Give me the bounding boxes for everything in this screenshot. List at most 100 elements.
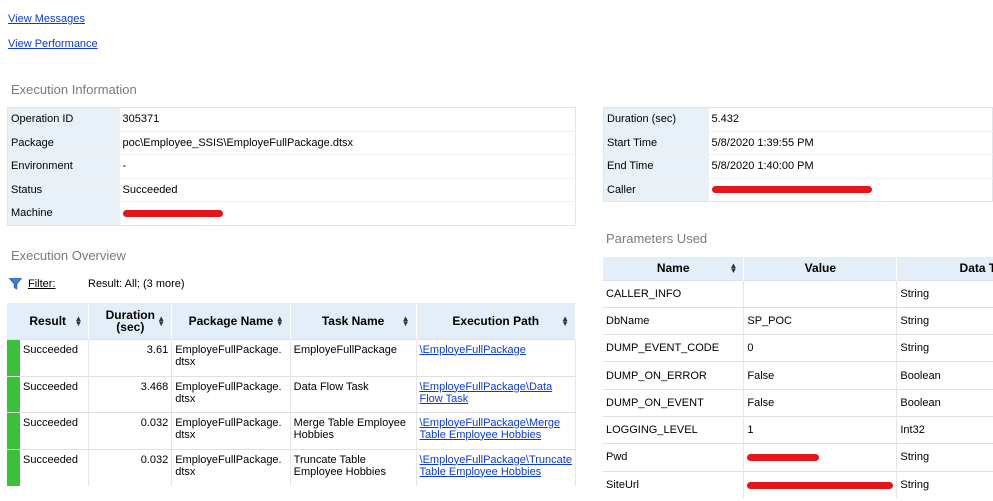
parameter-value-cell: 1 [743,415,898,444]
success-indicator [7,450,20,486]
view-messages-link[interactable]: View Messages [8,13,85,25]
execution-path-link[interactable]: \EmployeFullPackage\Data Flow Task [420,381,553,405]
parameter-name-cell: CALLER_INFO [603,279,745,308]
execution-path-link[interactable]: \EmployeFullPackage [420,344,526,356]
parameter-row[interactable]: LOGGING_LEVEL 1 Int32 [603,415,993,444]
exec-info-left-value: - [119,154,576,178]
column-header-label: Data Ty [959,261,993,276]
package-name-cell: EmployeFullPackage.dtsx [171,411,291,449]
result-text: Succeeded [23,380,79,393]
parameter-name-cell: DUMP_EVENT_CODE [603,334,745,362]
parameter-value-cell: False [743,388,898,417]
sort-updown-icon[interactable]: ▲ ▼ [276,314,284,327]
duration-cell: 3.468 [88,375,173,412]
success-indicator [7,413,20,449]
parameter-value-cell [743,279,898,308]
parameter-value-cell: False [743,361,898,390]
parameter-type-cell: String [896,443,993,472]
sort-updown-icon[interactable]: ▲ ▼ [402,314,410,327]
execution-info-left-table: Operation ID 305371 Package poc\Employee_SS… [7,107,576,226]
exec-info-right-label: End Time [603,154,709,178]
exec-info-right-row: Caller [603,177,993,202]
parameter-type-cell: String [896,334,993,362]
redacted-value [747,481,894,489]
sort-updown-icon[interactable]: ▲ ▼ [729,262,737,275]
task-name-cell: Data Flow Task [290,375,417,412]
package-name-cell: EmployeFullPackage.dtsx [171,375,291,412]
parameter-type-cell: Boolean [896,388,993,417]
duration-cell: 0.032 [88,448,173,486]
duration-cell: 0.032 [88,411,173,449]
execution-path-cell: \EmployeFullPackage\Data Flow Task [416,375,577,412]
column-header-label: Task Name [321,313,385,328]
exec-info-left-label: Machine [7,201,120,225]
parameter-row[interactable]: CALLER_INFO String [603,279,993,308]
parameter-value-cell: SP_POC [743,306,898,335]
execution-overview-grid: Result ▲ ▼ Duration (sec) ▲ ▼ Package Name ▲ ▼ Ta… [7,303,577,486]
result-cell: Succeeded [7,375,90,412]
exec-info-right-value: 5/8/2020 1:40:00 PM [708,154,993,178]
parameter-type-cell: String [896,306,993,335]
execution-path-link[interactable]: \EmployeFullPackage\Truncate Table Emplo… [420,454,572,478]
result-text: Succeeded [23,453,79,466]
task-name-cell: Truncate Table Employee Hobbies [290,448,417,486]
execution-path-cell: \EmployeFullPackage\Merge Table Employee… [416,411,577,449]
column-header[interactable]: Duration (sec) ▲ ▼ [88,303,173,339]
parameter-row[interactable]: DUMP_ON_EVENT False Boolean [603,388,993,417]
parameter-value-cell [743,443,898,472]
result-cell: Succeeded [7,448,90,486]
exec-info-left-value: Succeeded [119,177,576,202]
result-cell: Succeeded [7,338,90,376]
sort-updown-icon[interactable]: ▲ ▼ [157,314,165,327]
package-name-cell: EmployeFullPackage.dtsx [171,448,291,486]
parameter-row[interactable]: DUMP_ON_ERROR False Boolean [603,361,993,390]
exec-info-left-value: 305371 [119,107,576,131]
execution-info-right-table: Duration (sec) 5.432 Start Time 5/8/2020 1:… [603,107,993,202]
exec-info-left-label: Status [7,177,120,202]
parameter-row[interactable]: DUMP_EVENT_CODE 0 String [603,334,993,362]
column-header[interactable]: Result ▲ ▼ [7,303,90,339]
column-header[interactable]: Execution Path ▲ ▼ [416,303,577,339]
column-header[interactable]: Package Name ▲ ▼ [171,303,291,339]
parameter-column-header[interactable]: Data Ty [896,257,993,280]
column-header-label: Name [656,261,690,276]
view-performance-link[interactable]: View Performance [8,38,98,50]
table-row[interactable]: Succeeded 0.032 EmployeFullPackage.dtsx Mer… [7,411,577,449]
duration-cell: 3.61 [88,338,173,376]
sort-updown-icon[interactable]: ▲ ▼ [75,314,83,327]
parameter-column-header[interactable]: Value [743,257,898,280]
parameter-row[interactable]: SiteUrl String [603,470,993,499]
column-header-label: Value [804,261,837,276]
exec-info-left-label: Package [7,130,120,155]
exec-info-right-label: Duration (sec) [603,107,709,131]
package-name-cell: EmployeFullPackage.dtsx [171,338,291,376]
table-row[interactable]: Succeeded 3.61 EmployeFullPackage.dtsx Empl… [7,338,577,376]
table-row[interactable]: Succeeded 3.468 EmployeFullPackage.dtsx Dat… [7,375,577,412]
parameter-row[interactable]: DbName SP_POC String [603,306,993,335]
column-header[interactable]: Task Name ▲ ▼ [290,303,417,339]
filter-label[interactable]: Filter: [28,278,56,290]
success-indicator [7,377,20,412]
parameter-value-cell [743,470,898,499]
column-header-label: Package Name [188,313,274,328]
parameter-type-cell: String [896,470,993,499]
table-row[interactable]: Succeeded 0.032 EmployeFullPackage.dtsx Tru… [7,448,577,486]
parameter-type-cell: Int32 [896,415,993,444]
exec-info-left-value: poc\Employee_SSIS\EmployeFullPackage.dts… [119,130,576,155]
column-header-label: Result [29,313,67,328]
column-header-label: Duration (sec) [105,307,155,334]
parameter-row[interactable]: Pwd String [603,443,993,472]
parameter-name-cell: SiteUrl [603,470,745,499]
exec-info-left-row: Environment - [7,154,576,178]
task-name-cell: Merge Table Employee Hobbies [290,411,417,449]
parameter-column-header[interactable]: Name ▲ ▼ [603,257,745,280]
exec-info-right-row: Duration (sec) 5.432 [603,107,993,131]
exec-info-right-label: Start Time [603,130,709,155]
exec-info-right-row: Start Time 5/8/2020 1:39:55 PM [603,130,993,155]
execution-overview-title: Execution Overview [11,248,126,263]
execution-path-link[interactable]: \EmployeFullPackage\Merge Table Employee… [420,417,561,441]
execution-path-cell: \EmployeFullPackage [416,338,577,376]
exec-info-right-value [708,177,993,202]
sort-updown-icon[interactable]: ▲ ▼ [561,314,569,327]
exec-info-left-row: Machine [7,201,576,225]
